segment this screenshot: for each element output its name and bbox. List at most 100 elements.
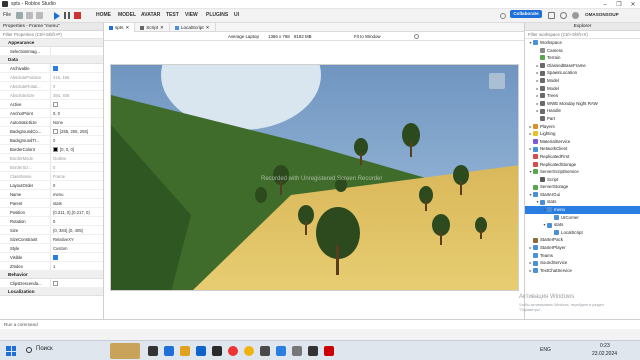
property-value[interactable]: 415, 166 bbox=[50, 73, 103, 81]
menu-view[interactable]: VIEW bbox=[185, 12, 198, 18]
checkbox-empty-icon[interactable] bbox=[53, 101, 58, 107]
stop-icon[interactable] bbox=[74, 12, 81, 19]
close-button[interactable]: ✕ bbox=[626, 0, 640, 9]
property-value[interactable]: 384, 405 bbox=[50, 91, 103, 99]
tab-script[interactable]: Script ✕ bbox=[135, 23, 170, 32]
recorder-icon[interactable] bbox=[308, 346, 318, 356]
explorer-item[interactable]: ▸ SpawnLocation bbox=[525, 69, 640, 77]
property-value[interactable]: Custom bbox=[50, 244, 103, 252]
pause-icon[interactable] bbox=[64, 12, 70, 19]
color-swatch[interactable] bbox=[53, 146, 58, 152]
property-value[interactable]: Frame bbox=[50, 172, 103, 180]
help-icon[interactable] bbox=[500, 13, 506, 19]
menu-avatar[interactable]: AVATAR bbox=[141, 12, 160, 18]
checkbox-checked-icon[interactable] bbox=[53, 254, 58, 260]
property-row[interactable]: Archivable bbox=[0, 64, 103, 73]
view-cube-icon[interactable] bbox=[489, 73, 505, 89]
explorer-item[interactable]: ▸ Model bbox=[525, 77, 640, 85]
app-icon[interactable] bbox=[212, 346, 222, 356]
studio-taskbar-icon[interactable] bbox=[260, 346, 270, 356]
explorer-icon[interactable] bbox=[180, 346, 190, 356]
property-row[interactable]: AutomaticSize None bbox=[0, 118, 103, 127]
property-value[interactable] bbox=[50, 100, 103, 108]
explorer-item[interactable]: LocalScript bbox=[525, 229, 640, 237]
property-row[interactable]: AbsoluteSize 384, 405 bbox=[0, 91, 103, 100]
username[interactable]: OMASONSOUP bbox=[585, 12, 619, 17]
explorer-item[interactable]: ▸ TextChatService bbox=[525, 267, 640, 275]
property-value[interactable]: None bbox=[50, 118, 103, 126]
property-row[interactable]: LayoutOrder 0 bbox=[0, 181, 103, 190]
explorer-item[interactable]: Teams bbox=[525, 252, 640, 260]
property-row[interactable]: AbsoluteRotati... 0 bbox=[0, 82, 103, 91]
property-row[interactable]: BackgroundCo... [255, 255, 255] bbox=[0, 127, 103, 136]
yandex-icon[interactable] bbox=[244, 346, 254, 356]
property-value[interactable]: Outline bbox=[50, 154, 103, 162]
property-value[interactable]: 0, 0 bbox=[50, 109, 103, 117]
property-row[interactable]: BorderMode Outline bbox=[0, 154, 103, 163]
opera-icon[interactable] bbox=[228, 346, 238, 356]
explorer-item[interactable]: ▸ StarterPlayer bbox=[525, 244, 640, 252]
command-bar-input[interactable]: Run a command bbox=[0, 319, 640, 329]
explorer-item[interactable]: ▾ StarterGui bbox=[525, 191, 640, 199]
rotate-icon[interactable] bbox=[414, 34, 419, 39]
edge-icon[interactable] bbox=[164, 346, 174, 356]
property-row[interactable]: ZIndex 1 bbox=[0, 262, 103, 271]
property-value[interactable]: stats bbox=[50, 199, 103, 207]
minimize-button[interactable]: – bbox=[598, 0, 612, 9]
section-localization[interactable]: Localization bbox=[0, 288, 103, 296]
property-row[interactable]: ClassName Frame bbox=[0, 172, 103, 181]
file-menu[interactable]: File bbox=[3, 12, 11, 18]
property-row[interactable]: BackgroundTr... 0 bbox=[0, 136, 103, 145]
close-icon[interactable]: ✕ bbox=[125, 23, 129, 32]
section-data[interactable]: Data bbox=[0, 56, 103, 64]
property-value[interactable]: 0 bbox=[50, 82, 103, 90]
explorer-item[interactable]: ▸ WWE Monday Night RAW bbox=[525, 100, 640, 108]
fit-select[interactable]: Fit to Window bbox=[354, 32, 381, 41]
explorer-item[interactable]: ▸ SoundService bbox=[525, 259, 640, 267]
menu-plugins[interactable]: PLUGINS bbox=[206, 12, 228, 18]
property-value[interactable]: [0, 0, 0] bbox=[50, 145, 103, 153]
explorer-item[interactable]: ▾ Workspace bbox=[525, 39, 640, 47]
property-value[interactable]: 0 bbox=[50, 217, 103, 225]
menu-test[interactable]: TEST bbox=[166, 12, 179, 18]
start-icon[interactable] bbox=[6, 346, 16, 356]
property-row[interactable]: Size {0, 384},{0, 405} bbox=[0, 226, 103, 235]
avatar-icon[interactable] bbox=[572, 12, 579, 19]
property-row[interactable]: Rotation 0 bbox=[0, 217, 103, 226]
explorer-item[interactable]: Camera bbox=[525, 47, 640, 55]
property-value[interactable] bbox=[50, 47, 103, 55]
tab-spts[interactable]: spts ✕ bbox=[104, 23, 136, 32]
property-value[interactable] bbox=[50, 64, 103, 72]
color-swatch[interactable] bbox=[53, 128, 58, 134]
property-row[interactable]: SizeConstraint RelativeXY bbox=[0, 235, 103, 244]
property-value[interactable]: menu bbox=[50, 190, 103, 198]
explorer-item[interactable]: ServerStorage bbox=[525, 183, 640, 191]
explorer-item[interactable]: ▸ Players bbox=[525, 123, 640, 131]
app-icon[interactable] bbox=[324, 346, 334, 356]
menu-ui[interactable]: UI bbox=[234, 12, 239, 18]
property-row[interactable]: Name menu bbox=[0, 190, 103, 199]
explorer-item[interactable]: ▸ NetworkClient bbox=[525, 145, 640, 153]
explorer-item[interactable]: ▾ ServerScriptService bbox=[525, 168, 640, 176]
clock-time[interactable]: 0:23 bbox=[600, 343, 610, 349]
game-viewport[interactable]: Recorded with Unregistered Screen Record… bbox=[110, 64, 519, 291]
explorer-item[interactable]: Script bbox=[525, 176, 640, 184]
explorer-item[interactable]: UICorner bbox=[525, 214, 640, 222]
language-indicator[interactable]: ENG bbox=[540, 347, 551, 353]
section-behavior[interactable]: Behavior bbox=[0, 271, 103, 279]
search-icon[interactable] bbox=[26, 347, 32, 353]
property-row[interactable]: BorderColor3 [0, 0, 0] bbox=[0, 145, 103, 154]
share-icon[interactable] bbox=[548, 12, 555, 19]
close-icon[interactable]: ✕ bbox=[160, 23, 164, 32]
explorer-item[interactable]: Terrain bbox=[525, 54, 640, 62]
maximize-button[interactable]: ❐ bbox=[612, 0, 626, 9]
explorer-item[interactable]: ▾ stats bbox=[525, 221, 640, 229]
property-row[interactable]: AbsolutePosition 415, 166 bbox=[0, 73, 103, 82]
explorer-item[interactable]: ▸ Trees bbox=[525, 92, 640, 100]
explorer-item[interactable]: ▸ Handle bbox=[525, 107, 640, 115]
property-row[interactable]: Style Custom bbox=[0, 244, 103, 253]
settings-icon[interactable] bbox=[16, 12, 23, 19]
property-value[interactable]: 1 bbox=[50, 262, 103, 270]
property-value[interactable] bbox=[50, 253, 103, 261]
explorer-item[interactable]: ▾ menu bbox=[525, 206, 640, 214]
